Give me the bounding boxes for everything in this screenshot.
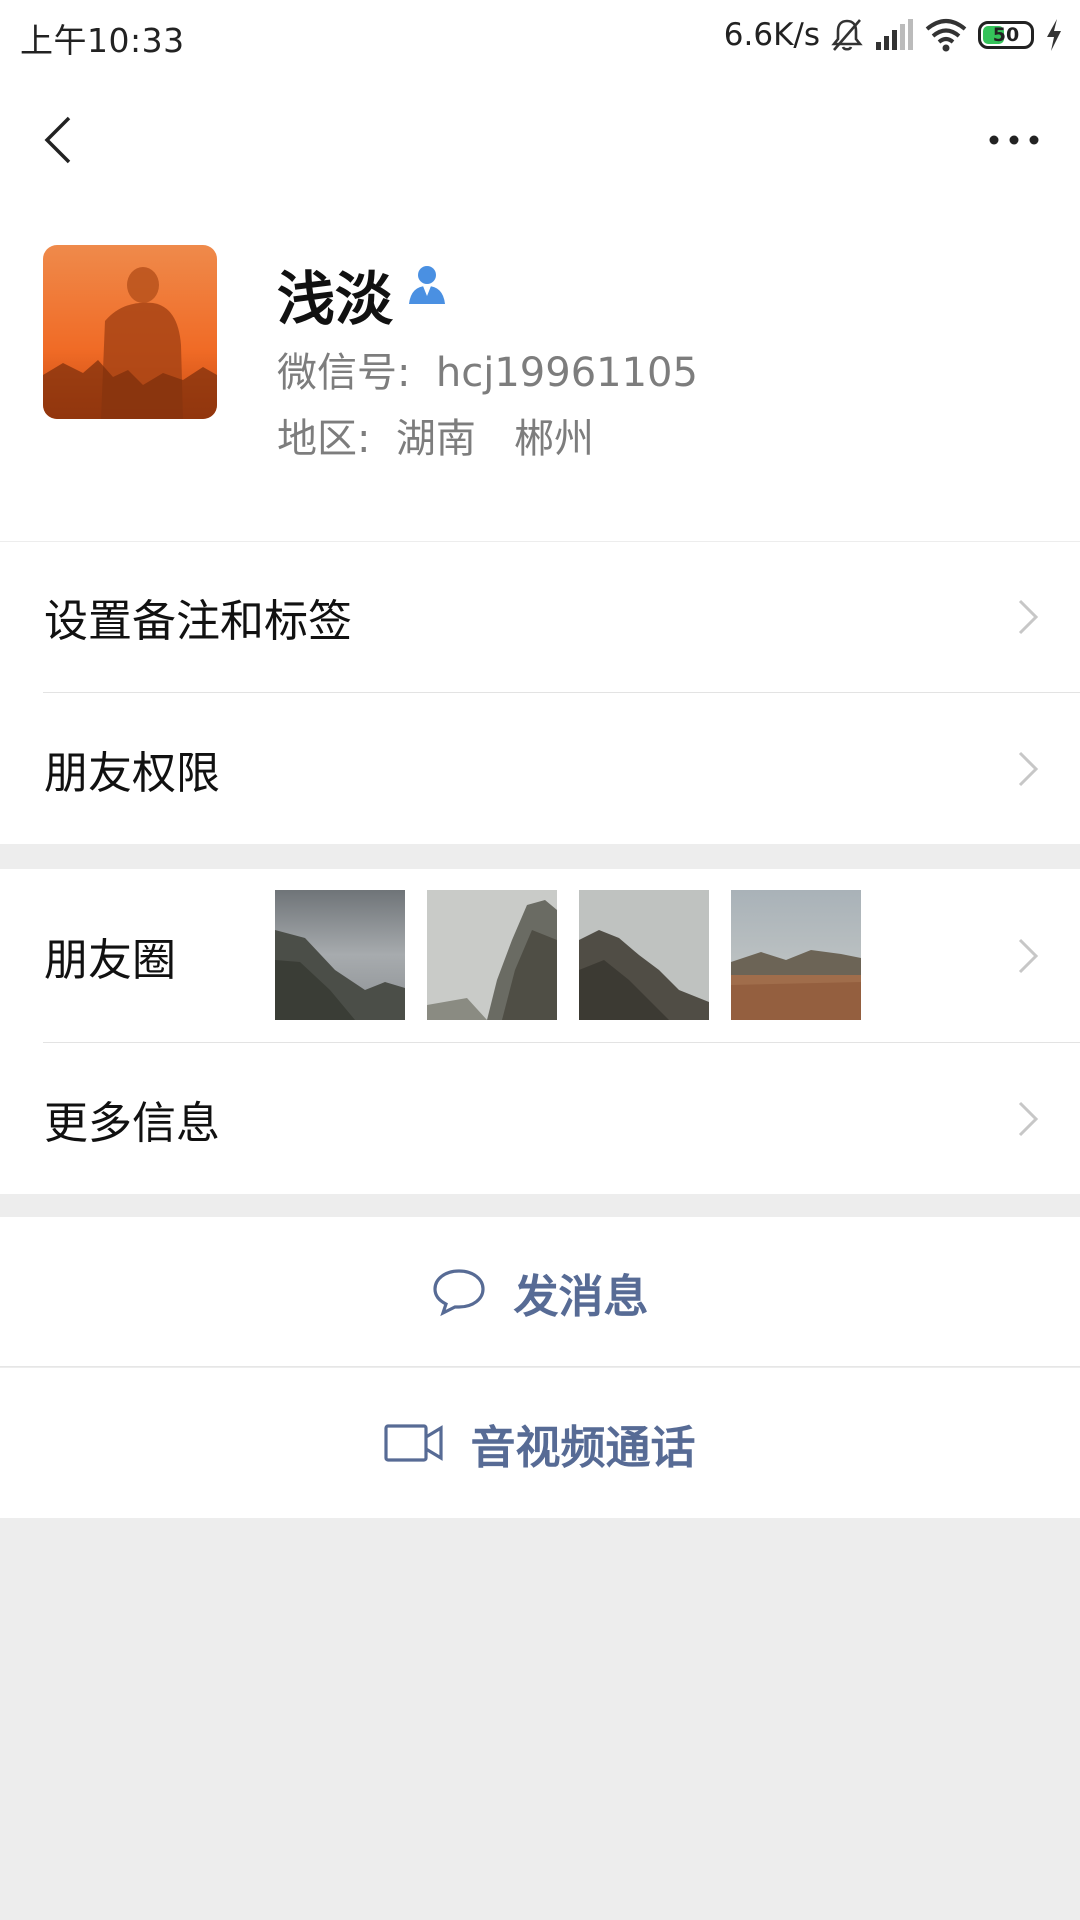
chevron-right-icon xyxy=(1018,599,1039,635)
chevron-left-icon xyxy=(44,116,71,164)
top-nav xyxy=(0,72,1080,204)
send-message-label: 发消息 xyxy=(513,1269,649,1323)
row-moments-label: 朋友圈 xyxy=(44,934,176,986)
chat-bubble-icon xyxy=(433,1269,486,1317)
wechat-id: 微信号: hcj19961105 xyxy=(277,350,698,396)
moments-photo xyxy=(275,890,405,1020)
row-permissions-label: 朋友权限 xyxy=(44,747,220,799)
back-button[interactable] xyxy=(28,108,88,172)
moments-photo xyxy=(427,890,557,1020)
chevron-right-icon xyxy=(1018,938,1039,973)
row-friend-permissions[interactable]: 朋友权限 xyxy=(0,693,1080,844)
moments-photo xyxy=(579,890,709,1020)
video-camera-icon xyxy=(384,1424,444,1462)
more-button[interactable] xyxy=(978,108,1050,172)
bell-muted-icon xyxy=(831,19,863,51)
signal-icon xyxy=(876,19,913,50)
chevron-right-icon xyxy=(1018,751,1039,786)
row-remark-tags[interactable]: 设置备注和标签 xyxy=(0,542,1080,692)
profile-header: 浅淡 微信号: hcj19961105 地区: 湖南 郴州 xyxy=(0,204,1080,541)
wifi-icon xyxy=(925,19,967,52)
network-speed: 6.6K/s xyxy=(723,17,820,53)
action-divider xyxy=(0,1366,1080,1367)
chevron-right-icon xyxy=(1018,1101,1039,1136)
row-more-info-label: 更多信息 xyxy=(44,1097,220,1149)
row-moments[interactable]: 朋友圈 xyxy=(0,869,1080,1042)
avatar[interactable] xyxy=(43,245,217,419)
row-remark-label: 设置备注和标签 xyxy=(44,596,352,647)
voice-video-call-button[interactable]: 音视频通话 xyxy=(0,1368,1080,1518)
battery-icon: 50 xyxy=(978,21,1034,49)
contact-name: 浅淡 xyxy=(277,265,394,333)
battery-level: 50 xyxy=(992,24,1020,46)
settings-section: 设置备注和标签 朋友权限 xyxy=(0,542,1080,844)
call-label: 音视频通话 xyxy=(470,1420,696,1474)
more-dots-icon xyxy=(989,135,1039,145)
status-icons: 6.6K/s 50 xyxy=(724,12,1064,58)
region: 地区: 湖南 郴州 xyxy=(277,416,595,462)
contact-person-icon xyxy=(409,266,445,304)
contact-profile-page: 上午10:33 6.6K/s 50 浅淡 微信号: hcj19961105 地区… xyxy=(0,0,1080,1920)
status-time: 上午10:33 xyxy=(20,21,185,60)
send-message-button[interactable]: 发消息 xyxy=(0,1217,1080,1367)
status-bar: 上午10:33 6.6K/s 50 xyxy=(0,0,1080,72)
moments-thumbnails xyxy=(275,890,861,1020)
row-more-info[interactable]: 更多信息 xyxy=(0,1043,1080,1194)
moments-photo xyxy=(731,890,861,1020)
charging-icon xyxy=(1047,19,1061,51)
info-section: 朋友圈 更多信息 xyxy=(0,869,1080,1194)
avatar-image xyxy=(43,245,217,419)
